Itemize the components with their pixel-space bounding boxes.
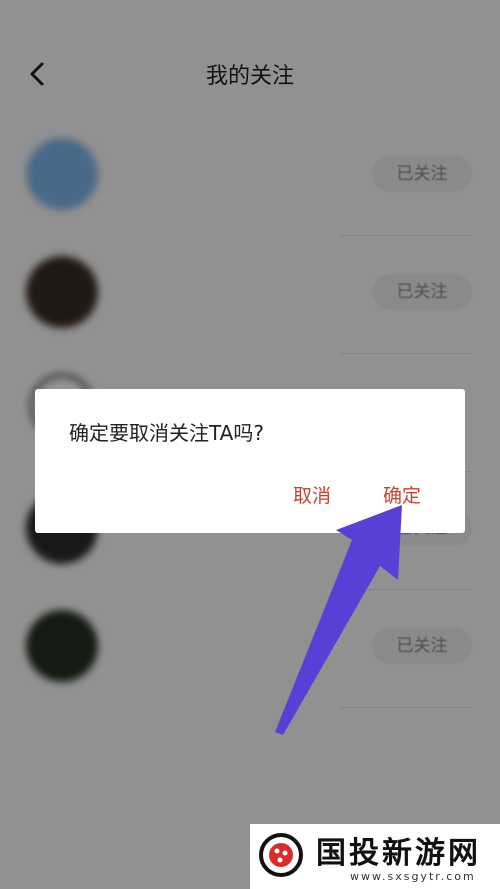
watermark-url: www.sxsgytr.com xyxy=(350,870,476,883)
watermark-brand: 国投新游网 xyxy=(316,836,481,871)
cancel-button[interactable]: 取消 xyxy=(293,481,331,508)
brand-logo-icon xyxy=(259,833,303,877)
watermark: 国投新游网 www.sxsgytr.com xyxy=(250,824,500,889)
unfollow-confirm-dialog: 确定要取消关注TA吗? 取消 确定 xyxy=(35,389,465,533)
dialog-message: 确定要取消关注TA吗? xyxy=(69,421,264,445)
confirm-button[interactable]: 确定 xyxy=(383,481,421,508)
